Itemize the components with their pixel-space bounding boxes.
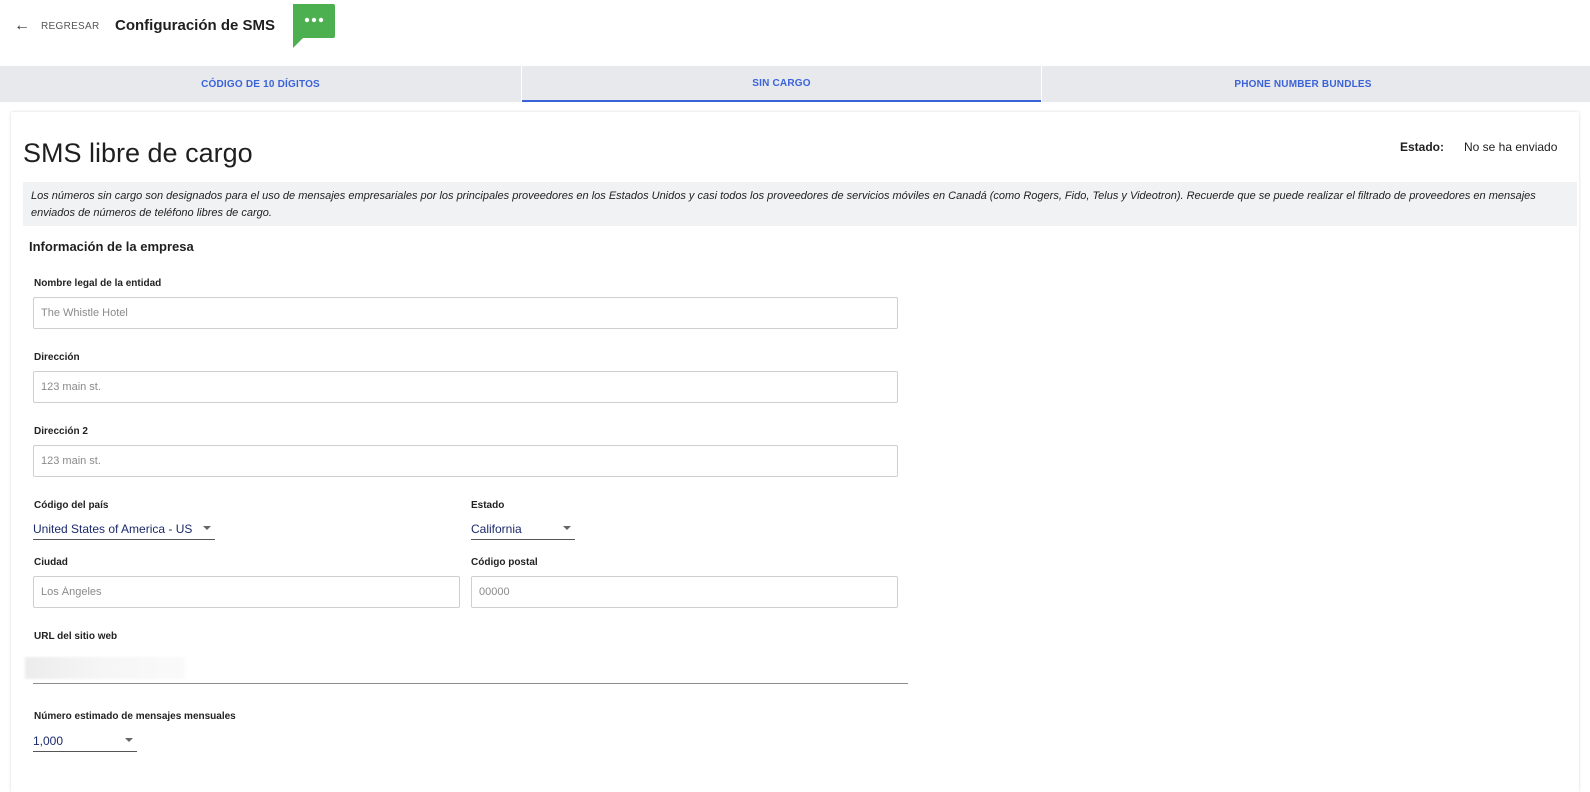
country-value: United States of America - US — [33, 521, 193, 536]
tab-phone-bundles[interactable]: PHONE NUMBER BUNDLES — [1042, 66, 1564, 102]
back-button[interactable]: REGRESAR — [41, 21, 100, 32]
tab-10-digit[interactable]: CÓDIGO DE 10 DÍGITOS — [0, 66, 521, 102]
legal-name-input[interactable] — [33, 297, 898, 329]
website-value-redacted — [25, 657, 185, 679]
caret-down-icon — [203, 526, 211, 530]
address-label: Dirección — [34, 352, 80, 363]
website-input[interactable] — [33, 683, 908, 684]
state-label: Estado — [471, 500, 505, 511]
country-label: Código del país — [34, 500, 109, 511]
caret-down-icon — [563, 526, 571, 530]
city-input[interactable] — [33, 576, 460, 608]
legal-name-label: Nombre legal de la entidad — [34, 278, 162, 289]
city-label: Ciudad — [34, 557, 68, 568]
state-value: California — [471, 521, 522, 536]
country-select[interactable]: United States of America - US — [33, 518, 215, 540]
toll-free-card: SMS libre de cargo Estado: No se ha envi… — [11, 112, 1579, 792]
page-title: Configuración de SMS — [115, 17, 276, 34]
chat-bubble-icon — [293, 4, 335, 48]
postal-input[interactable] — [471, 576, 898, 608]
address2-input[interactable] — [33, 445, 898, 477]
top-bar: ← REGRESAR Configuración de SMS — [0, 0, 1590, 64]
status-value: No se ha enviado — [1464, 140, 1558, 154]
tab-toll-free[interactable]: SIN CARGO — [522, 66, 1041, 102]
back-arrow-icon[interactable]: ← — [14, 17, 30, 35]
tab-bar: CÓDIGO DE 10 DÍGITOS SIN CARGO PHONE NUM… — [0, 66, 1590, 102]
monthly-value: 1,000 — [33, 733, 64, 748]
monthly-label: Número estimado de mensajes mensuales — [34, 711, 236, 722]
info-notice: Los números sin cargo son designados par… — [23, 182, 1577, 226]
card-title: SMS libre de cargo — [23, 138, 253, 168]
section-title: Información de la empresa — [29, 239, 194, 254]
address2-label: Dirección 2 — [34, 426, 88, 437]
postal-label: Código postal — [471, 557, 538, 568]
caret-down-icon — [125, 738, 133, 742]
website-label: URL del sitio web — [34, 631, 118, 642]
state-select[interactable]: California — [471, 518, 575, 540]
address-input[interactable] — [33, 371, 898, 403]
status-label: Estado: — [1400, 140, 1445, 154]
monthly-messages-select[interactable]: 1,000 — [33, 730, 137, 752]
